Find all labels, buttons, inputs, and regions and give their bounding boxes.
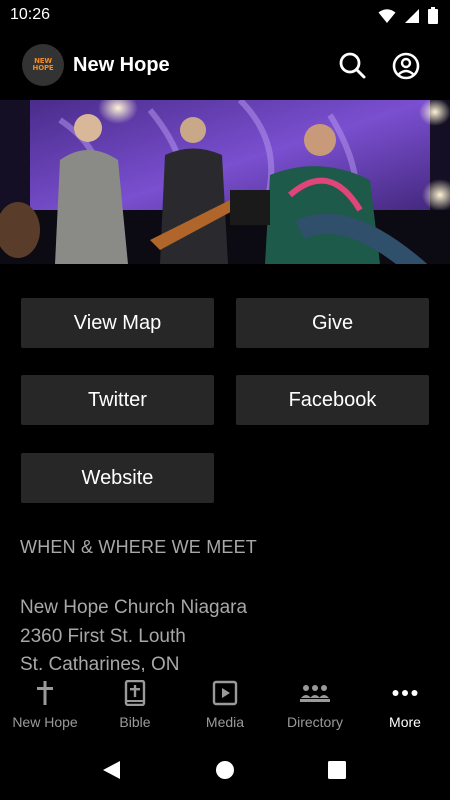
meeting-section-title: WHEN & WHERE WE MEET	[20, 537, 257, 557]
give-button[interactable]: Give	[236, 298, 429, 348]
directory-icon	[300, 685, 330, 702]
twitter-button[interactable]: Twitter	[21, 375, 214, 425]
nav-label: New Hope	[12, 714, 78, 730]
address-line: 2360 First St. Louth	[20, 625, 186, 647]
nav-item-new-hope[interactable]: New Hope	[0, 672, 90, 740]
bible-icon	[124, 680, 146, 706]
nav-item-directory[interactable]: Directory	[270, 672, 360, 740]
recents-icon[interactable]	[328, 761, 346, 779]
media-icon	[212, 680, 238, 706]
search-button[interactable]	[336, 50, 368, 82]
nav-label: More	[389, 714, 421, 730]
battery-icon	[428, 7, 438, 24]
nav-item-more[interactable]: More	[360, 672, 450, 740]
account-icon	[392, 52, 420, 80]
cross-icon	[37, 681, 53, 705]
hero-image	[0, 100, 450, 264]
nav-item-bible[interactable]: Bible	[90, 672, 180, 740]
nav-label: Bible	[119, 714, 151, 730]
church-logo: NEW HOPE	[22, 44, 64, 86]
logo-text-line2: HOPE	[32, 64, 54, 72]
address-line: New Hope Church Niagara	[20, 597, 248, 618]
nav-label: Directory	[286, 714, 343, 730]
system-navigation-bar	[0, 740, 450, 800]
status-icons	[378, 7, 438, 24]
app-title: New Hope	[73, 54, 170, 76]
back-icon[interactable]	[101, 760, 121, 780]
home-icon[interactable]	[215, 760, 235, 780]
account-button[interactable]	[390, 50, 422, 82]
status-bar: 10:26	[0, 0, 450, 32]
website-button[interactable]: Website	[21, 453, 214, 503]
nav-item-media[interactable]: Media	[180, 672, 270, 740]
status-time: 10:26	[10, 6, 51, 23]
more-icon	[392, 690, 418, 696]
facebook-button[interactable]: Facebook	[236, 375, 429, 425]
wifi-icon	[378, 8, 396, 23]
signal-icon	[405, 8, 419, 23]
app-bar: NEW HOPE New Hope	[0, 32, 450, 100]
nav-label: Media	[205, 714, 245, 730]
view-map-button[interactable]: View Map	[21, 298, 214, 348]
search-icon	[339, 52, 366, 79]
meeting-address: New Hope Church Niagara 2360 First St. L…	[20, 594, 247, 680]
bottom-navigation: New Hope Bible Media Directory More	[0, 672, 450, 740]
